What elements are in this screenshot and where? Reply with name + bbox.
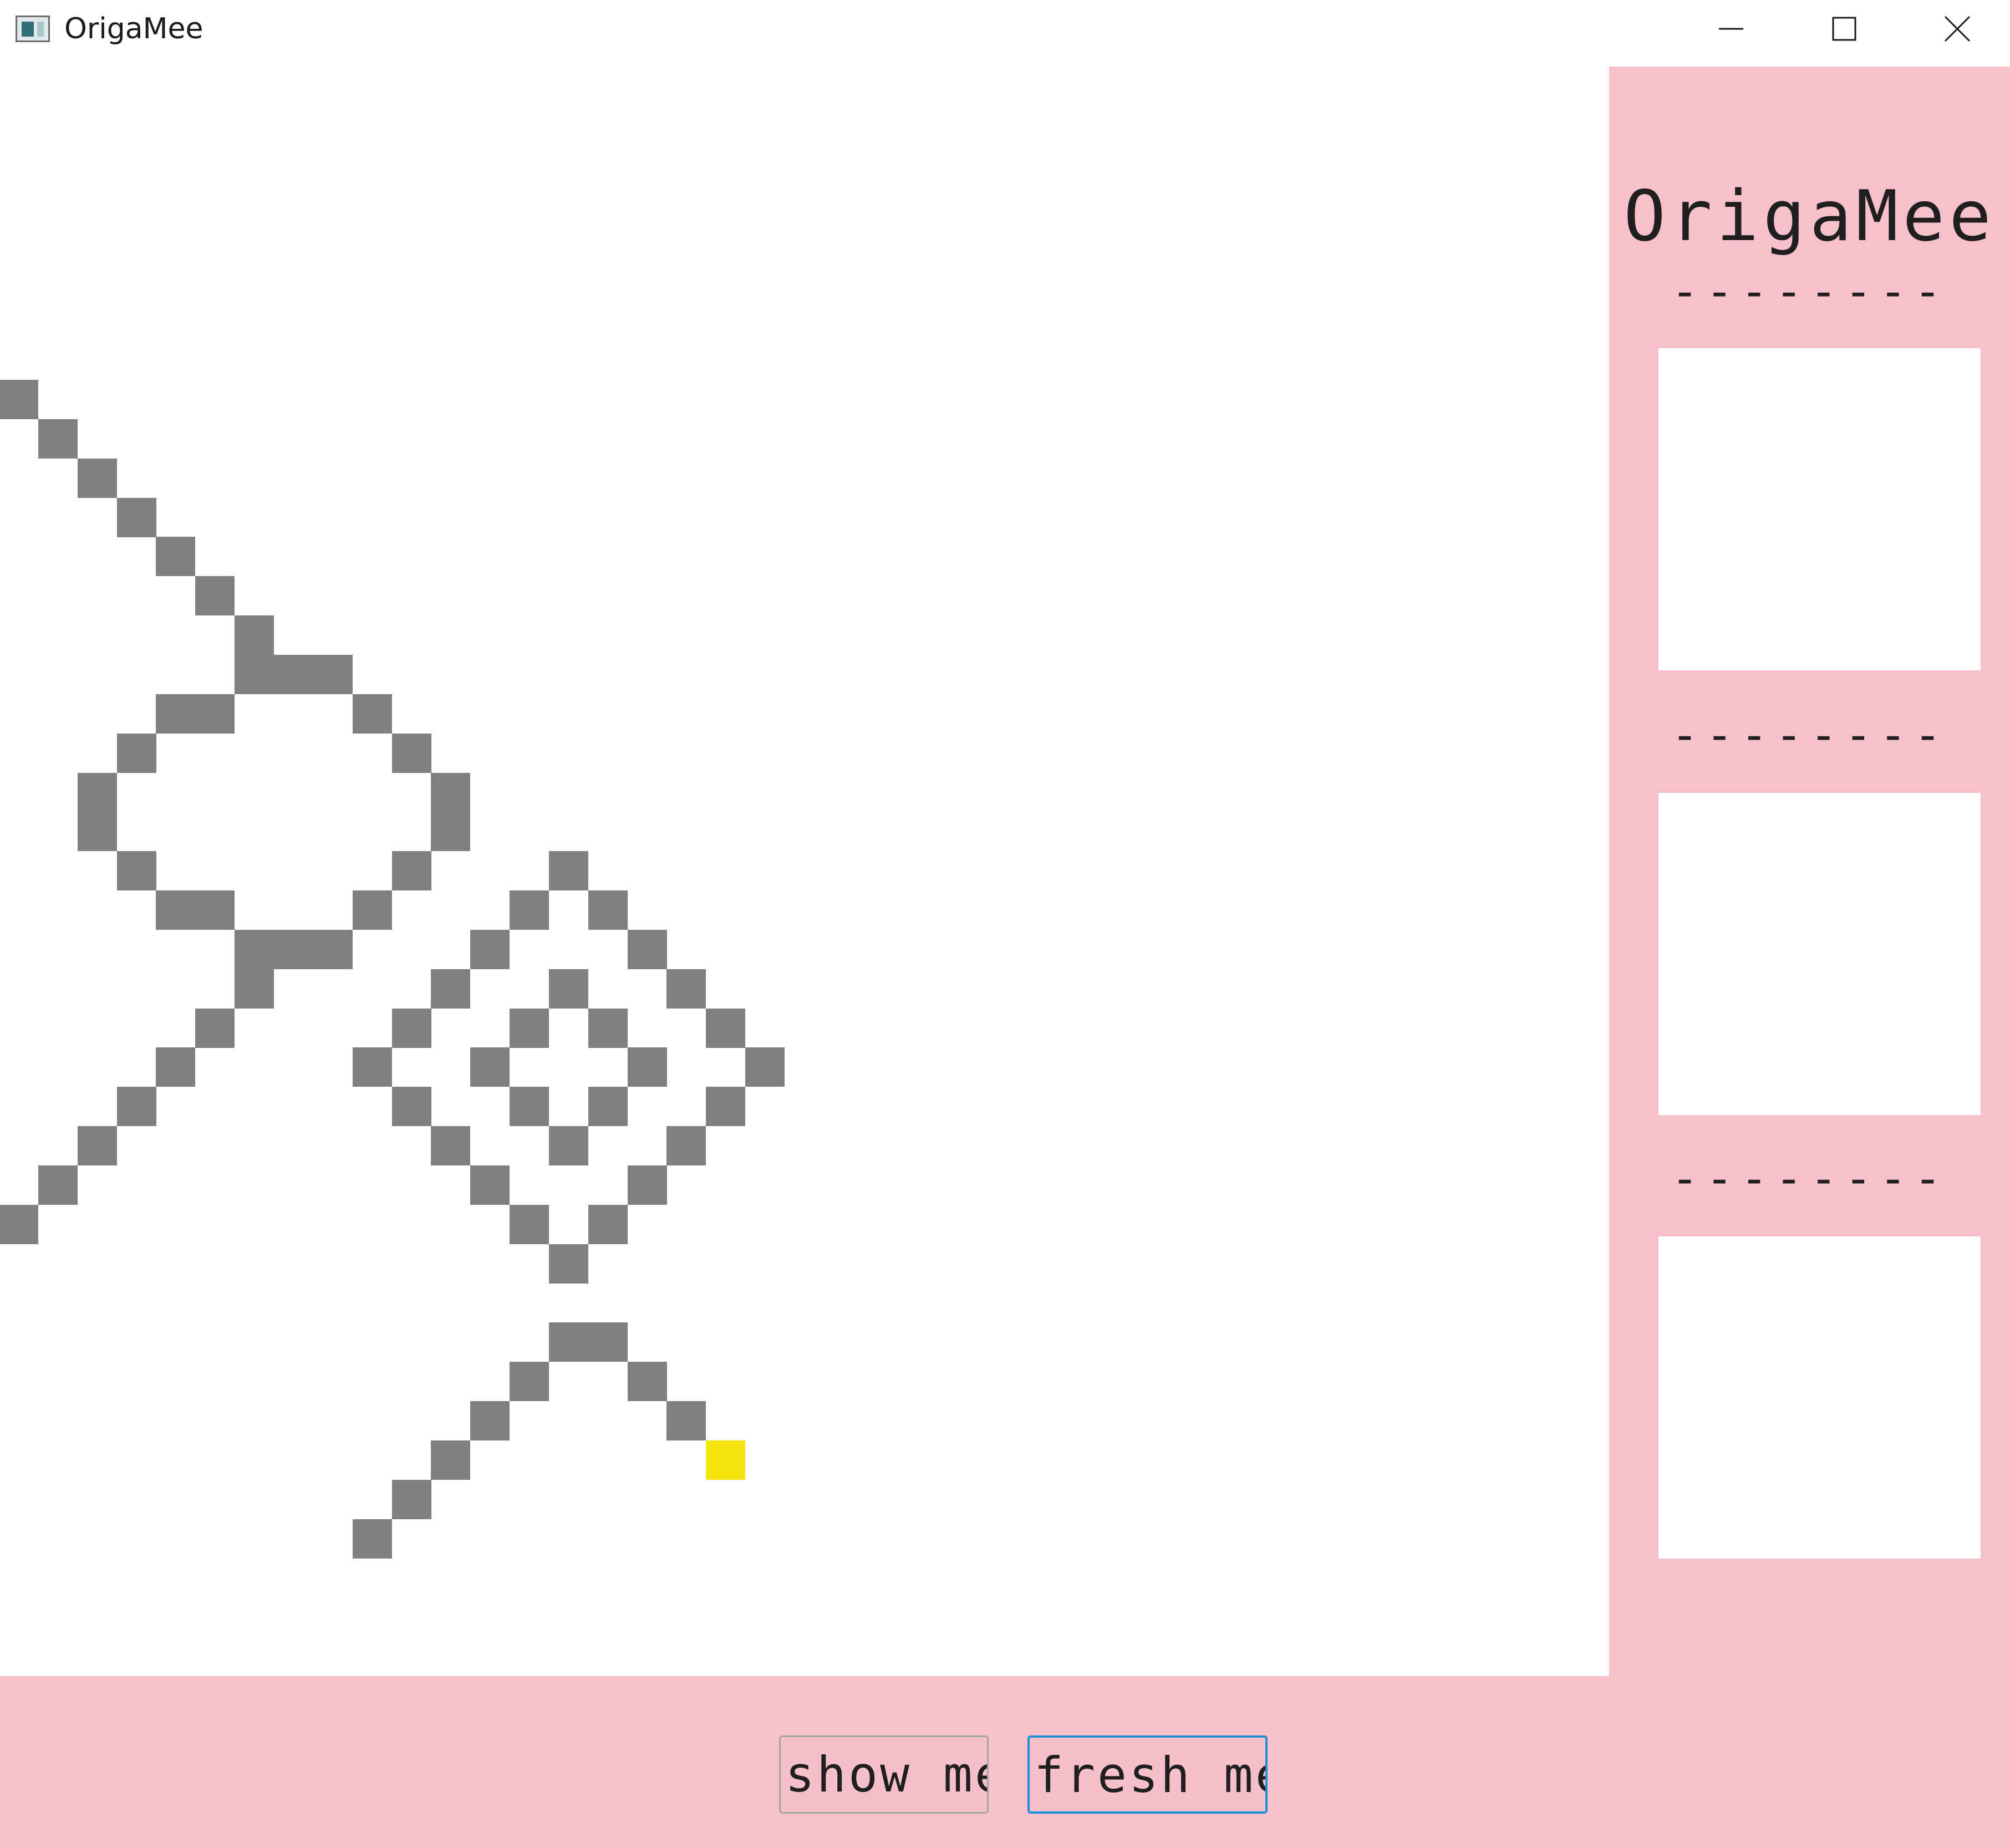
grid-tile	[666, 1126, 706, 1165]
grid-tile	[117, 851, 156, 890]
grid-tile	[431, 1440, 470, 1480]
grid-tile	[628, 1362, 667, 1401]
grid-tile	[0, 380, 38, 419]
close-icon	[1944, 16, 1971, 42]
grid-tile	[549, 1126, 588, 1165]
preview-panel-2[interactable]	[1658, 793, 1981, 1115]
grid-tile	[510, 1205, 549, 1244]
grid-tile	[666, 1401, 706, 1440]
grid-tile	[195, 694, 235, 734]
grid-tile	[195, 576, 235, 615]
show-me-button[interactable]: show me	[779, 1735, 989, 1814]
grid-tile	[549, 851, 588, 890]
title-bar: OrigaMee	[0, 0, 2010, 67]
grid-tile	[156, 890, 195, 930]
grid-tile	[470, 930, 510, 969]
grid-tile	[274, 930, 313, 969]
window-title: OrigaMee	[64, 12, 203, 45]
grid-tile	[588, 1009, 628, 1048]
grid-tile	[392, 1480, 431, 1519]
grid-tile	[470, 1165, 510, 1205]
grid-tile	[588, 890, 628, 930]
minimize-button[interactable]	[1676, 0, 1787, 58]
grid-tile	[78, 1126, 117, 1165]
grid-tile	[431, 1126, 470, 1165]
grid-tile	[235, 615, 274, 655]
grid-tile	[235, 969, 274, 1009]
grid-tile	[431, 812, 470, 851]
grid-tile	[313, 930, 353, 969]
cursor-tile	[706, 1440, 745, 1480]
grid-tile	[117, 498, 156, 537]
grid-tile	[470, 1401, 510, 1440]
preview-panel-1[interactable]	[1658, 348, 1981, 670]
grid-tile	[353, 890, 392, 930]
brand-title: OrigaMee	[1624, 175, 1996, 257]
grid-tile	[38, 1165, 78, 1205]
grid-tile	[431, 969, 470, 1009]
grid-tile	[588, 1205, 628, 1244]
grid-tile	[549, 969, 588, 1009]
divider-1: --------	[1671, 264, 1948, 318]
preview-panel-3[interactable]	[1658, 1236, 1981, 1559]
grid-tile	[195, 1009, 235, 1048]
grid-tile	[117, 734, 156, 773]
grid-tile	[431, 773, 470, 812]
grid-tile	[549, 1322, 588, 1362]
grid-tile	[235, 655, 274, 694]
grid-tile	[78, 812, 117, 851]
grid-tile	[588, 1087, 628, 1126]
grid-tile	[78, 773, 117, 812]
grid-tile	[628, 930, 667, 969]
grid-tile	[392, 851, 431, 890]
maximize-button[interactable]	[1789, 0, 1900, 58]
grid-tile	[353, 1519, 392, 1559]
grid-tile	[156, 694, 195, 734]
maximize-icon	[1832, 17, 1856, 41]
grid-tile	[588, 1322, 628, 1362]
bottom-toolbar: show me fresh me	[0, 1676, 2010, 1848]
grid-tile	[510, 1362, 549, 1401]
grid-tile	[78, 459, 117, 498]
grid-tile	[510, 890, 549, 930]
grid-tile	[235, 930, 274, 969]
grid-tile	[38, 419, 78, 459]
divider-3: --------	[1671, 1151, 1948, 1205]
grid-tile	[392, 1009, 431, 1048]
grid-tile	[156, 1047, 195, 1087]
grid-tile	[706, 1087, 745, 1126]
grid-tile	[353, 1047, 392, 1087]
grid-tile	[274, 655, 313, 694]
sidebar: OrigaMee -------- -------- --------	[1609, 67, 2010, 1676]
grid-tile	[470, 1047, 510, 1087]
grid-tile	[628, 1047, 667, 1087]
grid-tile	[510, 1009, 549, 1048]
grid-tile	[392, 734, 431, 773]
grid-tile	[706, 1009, 745, 1048]
divider-2: --------	[1671, 707, 1948, 762]
grid-tile	[195, 890, 235, 930]
minimize-icon	[1719, 28, 1743, 30]
grid-tile	[156, 537, 195, 576]
drawing-canvas[interactable]	[0, 67, 1609, 1676]
fresh-me-button[interactable]: fresh me	[1027, 1735, 1268, 1814]
grid-tile	[0, 1205, 38, 1244]
grid-tile	[313, 655, 353, 694]
grid-tile	[392, 1087, 431, 1126]
grid-tile	[549, 1244, 588, 1284]
close-button[interactable]	[1902, 0, 2010, 58]
grid-tile	[666, 969, 706, 1009]
grid-tile	[117, 1087, 156, 1126]
app-icon	[16, 16, 50, 42]
grid-tile	[745, 1047, 785, 1087]
grid-tile	[628, 1165, 667, 1205]
grid-tile	[510, 1087, 549, 1126]
grid-tile	[353, 694, 392, 734]
